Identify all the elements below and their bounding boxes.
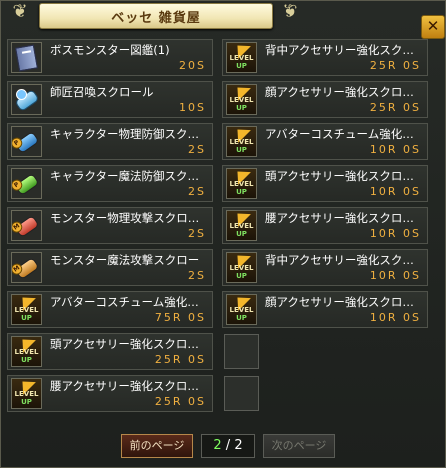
item-price: 2S	[188, 143, 206, 156]
shop-item-slot[interactable]: LEVEL UP 頭アクセサリー強化スクロ… 25R 0S	[7, 333, 213, 370]
level-up-icon[interactable]: LEVEL UP	[226, 252, 257, 283]
item-name: モンスター物理攻撃スクロ…	[50, 211, 200, 225]
item-price: 10R 0S	[369, 311, 421, 324]
next-page-button[interactable]: 次のページ	[263, 434, 335, 458]
item-price: 10S	[179, 101, 206, 114]
level-up-icon[interactable]: LEVEL UP	[226, 210, 257, 241]
item-name: 背中アクセサリー強化スク…	[265, 253, 414, 267]
up-text: UP	[21, 398, 32, 406]
item-name: ボスモンスター図鑑(1)	[50, 43, 170, 57]
up-text: UP	[236, 146, 247, 154]
up-text: UP	[236, 104, 247, 112]
scroll-summon-icon[interactable]	[11, 84, 42, 115]
up-text: UP	[21, 356, 32, 364]
shop-item-slot[interactable]: LEVEL UP 顔アクセサリー強化スクロ… 25R 0S	[222, 81, 428, 118]
item-price: 10R 0S	[369, 185, 421, 198]
up-text: UP	[236, 314, 247, 322]
shop-item-slot[interactable]: M モンスター魔法攻撃スクロー 2S	[7, 249, 213, 286]
shop-item-slot[interactable]: P キャラクター魔法防御スク… 2S	[7, 165, 213, 202]
up-text: UP	[236, 230, 247, 238]
scroll-phys-def-icon[interactable]: P	[11, 126, 42, 157]
level-up-icon[interactable]: LEVEL UP	[11, 336, 42, 367]
level-text: LEVEL	[229, 96, 254, 104]
item-name: アバターコスチューム強化…	[265, 127, 414, 141]
item-price: 2S	[188, 227, 206, 240]
prev-page-button[interactable]: 前のページ	[121, 434, 193, 458]
up-text: UP	[236, 272, 247, 280]
level-up-icon[interactable]: LEVEL UP	[226, 42, 257, 73]
title-bar: ベッセ 雑貨屋	[39, 3, 273, 29]
scroll-phys-atk-icon[interactable]: M	[11, 210, 42, 241]
level-text: LEVEL	[14, 348, 39, 356]
level-text: LEVEL	[229, 180, 254, 188]
item-name: アバターコスチューム強化…	[50, 295, 199, 309]
shop-item-slot[interactable]: LEVEL UP 腰アクセサリー強化スクロ… 10R 0S	[222, 207, 428, 244]
shop-item-slot[interactable]: 師匠召喚スクロール 10S	[7, 81, 213, 118]
window-title: ベッセ 雑貨屋	[39, 3, 273, 29]
item-price: 25R 0S	[154, 395, 206, 408]
empty-slot	[224, 334, 259, 369]
item-price: 10R 0S	[369, 269, 421, 282]
item-price: 25R 0S	[369, 59, 421, 72]
item-price: 10R 0S	[369, 143, 421, 156]
level-text: LEVEL	[229, 222, 254, 230]
level-text: LEVEL	[14, 390, 39, 398]
up-text: UP	[21, 314, 32, 322]
level-up-icon[interactable]: LEVEL UP	[226, 126, 257, 157]
item-name: 頭アクセサリー強化スクロ…	[265, 169, 414, 183]
level-up-icon[interactable]: LEVEL UP	[226, 168, 257, 199]
item-name: 顔アクセサリー強化スクロ…	[265, 85, 414, 99]
shop-item-slot[interactable]: M モンスター物理攻撃スクロ… 2S	[7, 207, 213, 244]
item-name: 師匠召喚スクロール	[50, 85, 154, 99]
page-separator: /	[225, 438, 231, 453]
item-price: 25R 0S	[154, 353, 206, 366]
item-name: キャラクター魔法防御スク…	[50, 169, 200, 183]
item-price: 75R 0S	[154, 311, 206, 324]
shop-item-slot[interactable]: LEVEL UP 背中アクセサリー強化スク… 25R 0S	[222, 39, 428, 76]
shop-item-slot[interactable]: ボスモンスター図鑑(1) 20S	[7, 39, 213, 76]
empty-slot	[224, 376, 259, 411]
level-up-icon[interactable]: LEVEL UP	[226, 84, 257, 115]
level-text: LEVEL	[229, 306, 254, 314]
scroll-mag-atk-icon[interactable]: M	[11, 252, 42, 283]
wing-ornament-right-icon: ❦	[282, 1, 298, 22]
item-price: 10R 0S	[369, 227, 421, 240]
up-text: UP	[236, 188, 247, 196]
item-name: キャラクター物理防御スク…	[50, 127, 200, 141]
item-list: ボスモンスター図鑑(1) 20S 師匠召喚スクロール 10S P キャラクター物理防御スク…	[7, 39, 440, 424]
item-name: モンスター魔法攻撃スクロー	[50, 253, 200, 267]
shop-item-slot[interactable]: LEVEL UP アバターコスチューム強化… 75R 0S	[7, 291, 213, 328]
book-icon[interactable]	[11, 42, 42, 73]
current-page: 2	[213, 438, 222, 453]
level-text: LEVEL	[14, 306, 39, 314]
total-pages: 2	[234, 438, 243, 453]
item-price: 20S	[179, 59, 206, 72]
level-up-icon[interactable]: LEVEL UP	[11, 378, 42, 409]
shop-item-slot[interactable]: LEVEL UP 背中アクセサリー強化スク… 10R 0S	[222, 249, 428, 286]
shop-window: ベッセ 雑貨屋 ❦ ❦ ✕ ボスモンスター図鑑(1) 20S 師匠召喚スクロール 10…	[0, 0, 446, 468]
shop-item-slot[interactable]: LEVEL UP アバターコスチューム強化… 10R 0S	[222, 123, 428, 160]
item-name: 腰アクセサリー強化スクロ…	[265, 211, 414, 225]
page-indicator: 2 / 2	[201, 434, 255, 458]
level-text: LEVEL	[229, 264, 254, 272]
level-up-icon[interactable]: LEVEL UP	[11, 294, 42, 325]
wing-ornament-left-icon: ❦	[12, 1, 28, 22]
level-text: LEVEL	[229, 54, 254, 62]
item-price: 2S	[188, 269, 206, 282]
level-text: LEVEL	[229, 138, 254, 146]
shop-item-slot[interactable]: LEVEL UP 顔アクセサリー強化スクロ… 10R 0S	[222, 291, 428, 328]
item-name: 顔アクセサリー強化スクロ…	[265, 295, 414, 309]
shop-item-slot[interactable]: LEVEL UP 頭アクセサリー強化スクロ… 10R 0S	[222, 165, 428, 202]
item-price: 25R 0S	[369, 101, 421, 114]
item-name: 背中アクセサリー強化スク…	[265, 43, 414, 57]
item-name: 腰アクセサリー強化スクロ…	[50, 379, 199, 393]
item-price: 2S	[188, 185, 206, 198]
shop-item-slot[interactable]: LEVEL UP 腰アクセサリー強化スクロ… 25R 0S	[7, 375, 213, 412]
shop-item-slot[interactable]: P キャラクター物理防御スク… 2S	[7, 123, 213, 160]
level-up-icon[interactable]: LEVEL UP	[226, 294, 257, 325]
scroll-mag-def-icon[interactable]: P	[11, 168, 42, 199]
up-text: UP	[236, 62, 247, 70]
close-button[interactable]: ✕	[421, 15, 445, 39]
item-name: 頭アクセサリー強化スクロ…	[50, 337, 199, 351]
